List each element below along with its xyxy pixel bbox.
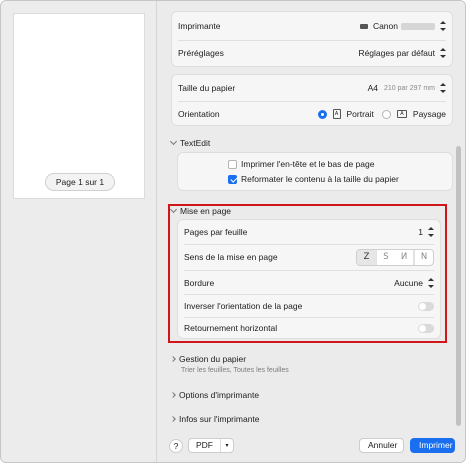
- paper-size-value: A4: [367, 83, 379, 93]
- paper-size-dimensions: 210 par 297 mm: [384, 84, 435, 92]
- portrait-radio[interactable]: [317, 109, 327, 119]
- pdf-menu-button[interactable]: PDF ▾: [188, 438, 234, 453]
- orientation-label: Orientation: [178, 109, 220, 119]
- landscape-radio[interactable]: [381, 109, 391, 119]
- presets-label: Préréglages: [178, 48, 224, 58]
- printer-model-redacted: [401, 22, 435, 30]
- chevron-right-icon: [170, 356, 176, 362]
- printer-info-label: Infos sur l'imprimante: [179, 414, 260, 424]
- printer-presets-card: Imprimante Canon Préréglages Réglages pa…: [171, 11, 453, 67]
- help-button[interactable]: ?: [169, 439, 183, 453]
- rewrap-checkbox[interactable]: [228, 174, 237, 184]
- highlight-box: [168, 204, 447, 343]
- print-dialog: Page 1 sur 1 Imprimante Canon Préréglage…: [0, 0, 466, 463]
- paper-size-popup[interactable]: A4 210 par 297 mm: [368, 83, 446, 93]
- printer-icon: [359, 23, 368, 29]
- orientation-portrait[interactable]: A Portrait: [317, 109, 374, 119]
- header-footer-label: Imprimer l'en-tête et le bas de page: [241, 159, 375, 169]
- paper-handling-label: Gestion du papier: [179, 354, 247, 364]
- printer-popup[interactable]: Canon: [359, 21, 446, 31]
- presets-value: Réglages par défaut: [358, 48, 435, 58]
- portrait-label: Portrait: [346, 109, 374, 119]
- textedit-header-label: TextEdit: [180, 138, 211, 148]
- rewrap-label: Reformater le contenu à la taille du pap…: [241, 174, 399, 184]
- chevron-right-icon: [170, 416, 176, 422]
- dialog-footer: ? PDF ▾ Annuler Imprimer: [157, 431, 465, 462]
- preview-pane: Page 1 sur 1: [1, 1, 157, 462]
- textedit-section-header[interactable]: TextEdit: [169, 137, 211, 148]
- chevron-down-icon: ▾: [225, 443, 229, 449]
- landscape-icon: A: [396, 110, 407, 118]
- paper-card: Taille du papier A4 210 par 297 mm Orien…: [171, 74, 453, 126]
- settings-scrollbar[interactable]: [456, 146, 461, 426]
- printer-name: Canon: [372, 21, 398, 31]
- textedit-card: Imprimer l'en-tête et le bas de page Ref…: [177, 152, 453, 191]
- printer-options-label: Options d'imprimante: [179, 390, 260, 400]
- paper-handling-subtitle: Trier les feuilles, Toutes les feuilles: [181, 367, 289, 374]
- print-button[interactable]: Imprimer: [410, 438, 455, 453]
- rewrap-option[interactable]: Reformater le contenu à la taille du pap…: [228, 174, 399, 184]
- landscape-label: Paysage: [412, 109, 446, 119]
- chevron-right-icon: [170, 392, 176, 398]
- chevron-updown-icon: [440, 48, 446, 58]
- paper-size-row: Taille du papier A4 210 par 297 mm: [172, 76, 452, 100]
- portrait-icon: A: [332, 109, 341, 119]
- header-footer-option[interactable]: Imprimer l'en-tête et le bas de page: [228, 159, 374, 169]
- orientation-row: Orientation A Portrait A Paysage: [172, 102, 452, 126]
- paper-size-label: Taille du papier: [178, 83, 236, 93]
- chevron-updown-icon: [440, 21, 446, 31]
- orientation-landscape[interactable]: A Paysage: [381, 109, 446, 119]
- printer-options-section-header[interactable]: Options d'imprimante: [170, 390, 260, 400]
- chevron-updown-icon: [440, 83, 446, 93]
- paper-handling-section-header[interactable]: Gestion du papier: [170, 354, 247, 364]
- page-preview: [13, 13, 145, 199]
- pdf-label: PDF: [189, 439, 221, 452]
- header-footer-checkbox[interactable]: [228, 159, 237, 169]
- presets-popup[interactable]: Réglages par défaut: [358, 48, 446, 58]
- chevron-down-icon: [169, 137, 178, 146]
- printer-row: Imprimante Canon: [172, 14, 452, 38]
- presets-row: Préréglages Réglages par défaut: [172, 41, 452, 65]
- cancel-button[interactable]: Annuler: [359, 438, 404, 453]
- printer-info-section-header[interactable]: Infos sur l'imprimante: [170, 414, 260, 424]
- printer-label: Imprimante: [178, 21, 221, 31]
- page-count-label: Page 1 sur 1: [45, 173, 115, 191]
